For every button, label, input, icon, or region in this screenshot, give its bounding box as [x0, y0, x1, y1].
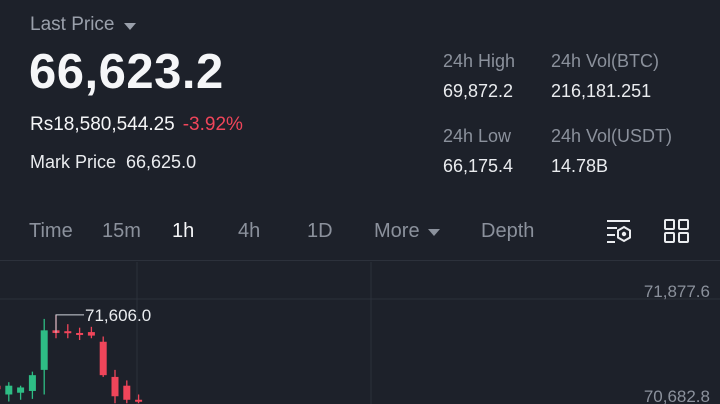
y-tick-label: 70,682.8	[644, 387, 710, 404]
stat-24h-vol-usdt-label: 24h Vol(USDT)	[551, 126, 673, 146]
tab-more-label: More	[374, 220, 420, 242]
candle-body	[40, 330, 48, 370]
last-price-value: 66,623.2	[29, 45, 224, 99]
candle-body	[76, 332, 84, 335]
candle-body	[17, 387, 25, 393]
stat-24h-low-value: 66,175.4	[443, 156, 514, 176]
fiat-price: Rs18,580,544.25	[30, 114, 175, 135]
caret-down-icon	[124, 22, 137, 30]
stat-24h-vol-btc-label: 24h Vol(BTC)	[551, 51, 660, 71]
stat-24h-vol-usdt: 24h Vol(USDT) 14.78B	[551, 126, 672, 177]
mark-price-label: Mark Price	[30, 152, 117, 172]
indicator-settings-icon[interactable]	[604, 216, 634, 246]
stat-24h-low: 24h Low 66,175.4	[443, 126, 513, 177]
tab-depth[interactable]: Depth	[481, 220, 534, 243]
tab-4h[interactable]: 4h	[238, 220, 260, 243]
stat-24h-high: 24h High 69,872.2	[443, 51, 515, 102]
mark-price-row: Mark Price 66,625.0	[30, 152, 196, 173]
mark-price-value: 66,625.0	[126, 152, 197, 172]
candle-body	[111, 376, 119, 397]
candle-body	[5, 385, 13, 395]
grid-layout-icon[interactable]	[663, 216, 693, 246]
stat-24h-high-label: 24h High	[443, 51, 516, 71]
high-marker-label: 71,606.0	[85, 306, 151, 325]
stat-24h-high-value: 69,872.2	[443, 81, 514, 101]
tab-15m[interactable]: 15m	[102, 220, 141, 243]
tab-more[interactable]: More	[374, 220, 440, 243]
last-price-label: Last Price	[30, 14, 115, 35]
candle-body	[0, 385, 1, 390]
stat-24h-low-label: 24h Low	[443, 126, 512, 146]
candle-body	[123, 385, 131, 400]
chart-top-divider	[0, 260, 720, 261]
chart-grid	[0, 262, 720, 404]
caret-down-icon	[427, 229, 440, 236]
last-price-selector[interactable]: Last Price	[30, 14, 137, 36]
candle-body	[99, 341, 107, 376]
tab-time[interactable]: Time	[29, 220, 73, 243]
candlestick-chart[interactable]: 71,606.0 71,877.6 70,682.8	[0, 262, 720, 404]
stat-24h-vol-btc: 24h Vol(BTC) 216,181.251	[551, 51, 659, 102]
candle-body	[64, 331, 72, 334]
stat-24h-vol-btc-value: 216,181.251	[551, 81, 652, 101]
tab-1h[interactable]: 1h	[172, 220, 194, 243]
price-change-percent: -3.92%	[182, 114, 243, 135]
tab-1d[interactable]: 1D	[307, 220, 333, 243]
y-tick-label: 71,877.6	[644, 282, 710, 301]
fiat-price-row: Rs18,580,544.25 -3.92%	[30, 114, 243, 136]
candle-body	[87, 332, 95, 336]
candle-body	[135, 399, 143, 402]
candle-body	[28, 375, 36, 391]
stat-24h-vol-usdt-value: 14.78B	[551, 156, 609, 176]
